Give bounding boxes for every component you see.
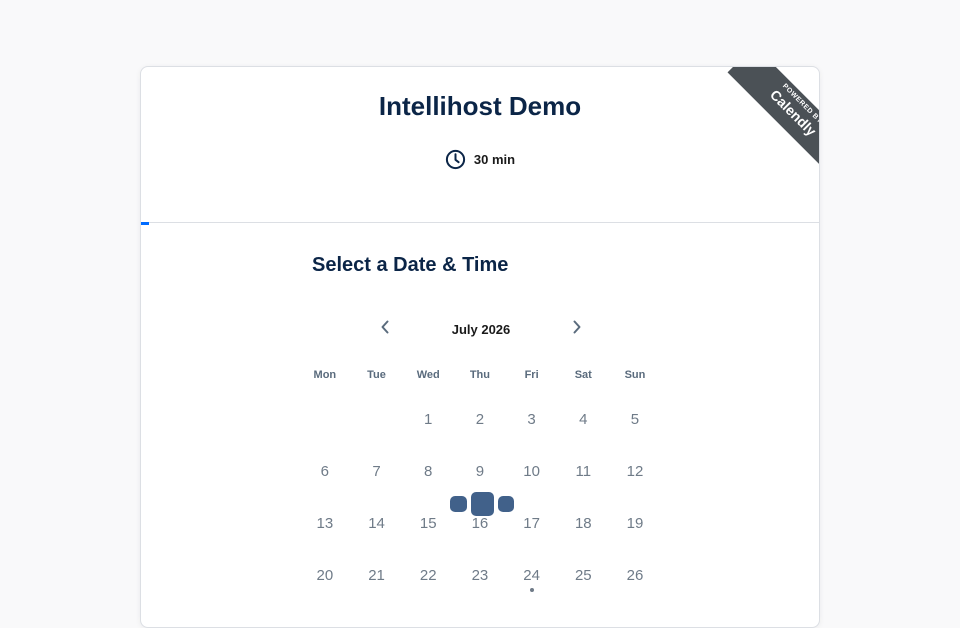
calendar-day: 3 [527, 410, 536, 428]
weekday-thu: Thu [469, 369, 490, 381]
calendar-day: 8 [424, 462, 433, 480]
loader-dot [450, 496, 467, 512]
calendar-day: 10 [523, 462, 540, 480]
weekday-tue: Tue [367, 369, 386, 381]
calendar-day: 5 [630, 410, 640, 428]
weekday-sat: Sat [574, 369, 592, 381]
today-indicator-dot [529, 588, 534, 592]
loader-dot [471, 492, 494, 516]
calendar-day: 9 [475, 462, 485, 480]
calendar-day: 25 [574, 566, 592, 584]
chevron-left-icon [379, 319, 391, 340]
calendar-day: 12 [626, 462, 644, 480]
today-label: 24 [523, 566, 540, 584]
calendar-day: 14 [368, 514, 385, 532]
calendar-day-today: 24 [506, 549, 558, 601]
calendar-day: 19 [626, 514, 644, 532]
calendar-day: 20 [316, 566, 334, 584]
calendar-day: 2 [475, 410, 485, 428]
section-title: Select a Date & Time [312, 254, 509, 276]
calendar-day: 13 [316, 514, 334, 532]
progress-indicator [141, 222, 149, 225]
calendar-day: 6 [320, 462, 330, 480]
calendar-blank [351, 393, 403, 445]
calendar-day: 7 [372, 462, 381, 480]
calendar-day: 26 [626, 566, 644, 584]
event-duration: 30 min [141, 149, 819, 170]
powered-by-badge[interactable]: POWERED BY Calendly [719, 67, 819, 167]
current-month: July 2026 [451, 321, 511, 337]
calendar-blank [299, 393, 351, 445]
calendar-day: 22 [419, 566, 437, 584]
calendly-ribbon[interactable]: POWERED BY Calendly [727, 67, 819, 167]
calendar-day: 18 [574, 514, 592, 532]
next-month-button[interactable] [563, 315, 591, 343]
calendar-day: 1 [424, 410, 433, 428]
previous-month-button[interactable] [371, 315, 399, 343]
weekday-wed: Wed [416, 369, 440, 381]
duration-label: 30 min [473, 152, 516, 167]
weekday-mon: Mon [313, 369, 337, 381]
loader-dot [498, 496, 514, 512]
loading-spinner [450, 492, 514, 516]
weekday-fri: Fri [524, 369, 539, 381]
chevron-right-icon [571, 319, 583, 340]
calendar-day: 21 [368, 566, 385, 584]
event-title: Intellihost Demo [378, 91, 582, 121]
month-navigation: July 2026 [371, 315, 591, 343]
weekday-sun: Sun [624, 369, 646, 381]
calendar-day: 15 [419, 514, 437, 532]
event-header: Intellihost Demo 30 min [141, 67, 819, 223]
calendar-day: 23 [471, 566, 489, 584]
weekday-header: Mon Tue Wed Thu Fri Sat Sun [299, 369, 661, 381]
booking-card: Intellihost Demo 30 min POWERED BY Calen… [140, 66, 820, 628]
clock-icon [445, 149, 466, 170]
calendar-day: 4 [579, 410, 588, 428]
calendar-day: 11 [575, 462, 592, 480]
